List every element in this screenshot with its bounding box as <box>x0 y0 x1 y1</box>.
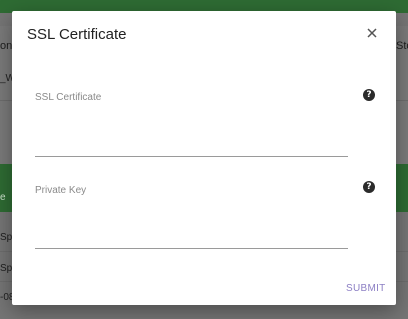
background-text-fragment: e <box>0 192 6 203</box>
ssl-certificate-label: SSL Certificate <box>35 92 102 103</box>
ssl-certificate-input[interactable] <box>35 132 348 157</box>
question-circle-icon[interactable]: ? <box>363 181 375 193</box>
close-icon[interactable] <box>364 25 380 41</box>
background-text-fragment: Sto <box>396 40 408 52</box>
submit-button[interactable]: SUBMIT <box>342 281 390 296</box>
dialog-title: SSL Certificate <box>27 26 127 43</box>
private-key-label: Private Key <box>35 185 87 196</box>
private-key-input[interactable] <box>35 224 348 249</box>
ssl-certificate-dialog: SSL Certificate SSL Certificate ? Privat… <box>12 11 396 305</box>
question-circle-icon[interactable]: ? <box>363 89 375 101</box>
